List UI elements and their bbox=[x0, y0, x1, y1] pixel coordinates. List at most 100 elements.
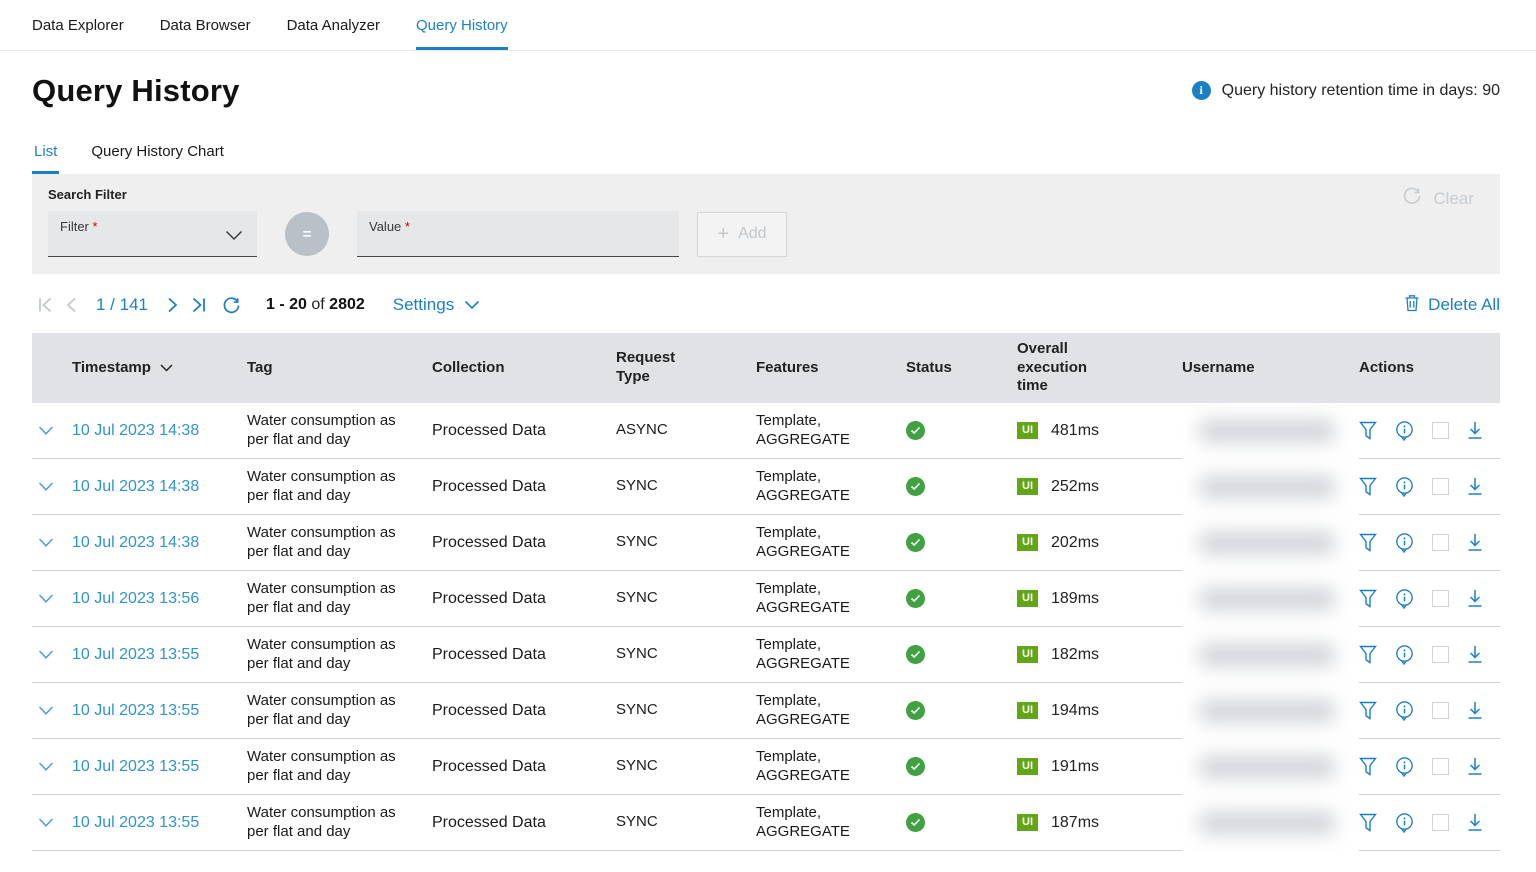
row-checkbox[interactable] bbox=[1432, 478, 1449, 495]
execution-time-cell: UI 194ms bbox=[1017, 701, 1182, 721]
required-marker: * bbox=[405, 219, 410, 234]
nav-item-data-explorer[interactable]: Data Explorer bbox=[32, 0, 124, 50]
timestamp-link[interactable]: 10 Jul 2023 14:38 bbox=[72, 477, 247, 497]
top-navigation: Data Explorer Data Browser Data Analyzer… bbox=[0, 0, 1536, 51]
next-page-button[interactable] bbox=[160, 292, 186, 318]
filter-icon[interactable] bbox=[1359, 533, 1377, 553]
status-cell bbox=[906, 421, 1017, 440]
filter-icon[interactable] bbox=[1359, 701, 1377, 721]
expand-row-button[interactable] bbox=[32, 426, 72, 436]
table-header-row: Timestamp Tag Collection Request Type Fe… bbox=[32, 333, 1500, 403]
expand-row-button[interactable] bbox=[32, 762, 72, 772]
expand-row-button[interactable] bbox=[32, 706, 72, 716]
execution-time-cell: UI 481ms bbox=[1017, 421, 1182, 441]
add-button-label: Add bbox=[738, 225, 766, 243]
filter-select[interactable]: Filter * bbox=[48, 211, 257, 257]
settings-button[interactable]: Settings bbox=[393, 295, 480, 315]
page-indicator: 1 / 141 bbox=[96, 295, 148, 315]
download-icon[interactable] bbox=[1466, 589, 1484, 608]
expand-row-button[interactable] bbox=[32, 594, 72, 604]
row-checkbox[interactable] bbox=[1432, 590, 1449, 607]
info-icon[interactable] bbox=[1394, 700, 1415, 722]
ui-source-badge: UI bbox=[1017, 758, 1038, 775]
column-header-request-type: Request Type bbox=[616, 349, 706, 387]
delete-all-button[interactable]: Delete All bbox=[1404, 294, 1500, 317]
success-check-icon bbox=[906, 757, 925, 776]
value-label: Value bbox=[369, 219, 401, 234]
add-button[interactable]: + Add bbox=[697, 212, 787, 257]
timestamp-link[interactable]: 10 Jul 2023 13:55 bbox=[72, 701, 247, 721]
collection-cell: Processed Data bbox=[432, 701, 616, 721]
tab-list[interactable]: List bbox=[32, 143, 59, 174]
info-icon[interactable] bbox=[1394, 588, 1415, 610]
nav-item-data-analyzer[interactable]: Data Analyzer bbox=[287, 0, 380, 50]
page-title: Query History bbox=[32, 73, 240, 109]
timestamp-link[interactable]: 10 Jul 2023 14:38 bbox=[72, 421, 247, 441]
download-icon[interactable] bbox=[1466, 421, 1484, 440]
last-page-button[interactable] bbox=[186, 292, 212, 318]
download-icon[interactable] bbox=[1466, 533, 1484, 552]
required-marker: * bbox=[93, 219, 98, 234]
clear-button[interactable]: Clear bbox=[1401, 185, 1474, 212]
download-icon[interactable] bbox=[1466, 645, 1484, 664]
search-filter-panel: Search Filter Filter * = Value * + Add C… bbox=[32, 174, 1500, 274]
status-cell bbox=[906, 757, 1017, 776]
request-type-cell: SYNC bbox=[616, 701, 756, 720]
filter-icon[interactable] bbox=[1359, 813, 1377, 833]
nav-item-query-history[interactable]: Query History bbox=[416, 0, 508, 50]
execution-time-cell: UI 182ms bbox=[1017, 645, 1182, 665]
value-input[interactable] bbox=[369, 233, 659, 252]
row-checkbox[interactable] bbox=[1432, 422, 1449, 439]
column-header-timestamp[interactable]: Timestamp bbox=[72, 359, 247, 378]
actions-cell bbox=[1359, 644, 1500, 666]
download-icon[interactable] bbox=[1466, 477, 1484, 496]
tab-query-history-chart[interactable]: Query History Chart bbox=[89, 143, 226, 174]
row-checkbox[interactable] bbox=[1432, 702, 1449, 719]
info-icon[interactable] bbox=[1394, 812, 1415, 834]
features-cell: Template, AGGREGATE bbox=[756, 412, 871, 450]
filter-icon[interactable] bbox=[1359, 757, 1377, 777]
filter-label: Filter bbox=[60, 219, 89, 234]
download-icon[interactable] bbox=[1466, 701, 1484, 720]
expand-row-button[interactable] bbox=[32, 538, 72, 548]
expand-row-button[interactable] bbox=[32, 482, 72, 492]
timestamp-link[interactable]: 10 Jul 2023 14:38 bbox=[72, 533, 247, 553]
filter-icon[interactable] bbox=[1359, 421, 1377, 441]
expand-row-button[interactable] bbox=[32, 818, 72, 828]
timestamp-link[interactable]: 10 Jul 2023 13:56 bbox=[72, 589, 247, 609]
timestamp-link[interactable]: 10 Jul 2023 13:55 bbox=[72, 813, 247, 833]
row-checkbox[interactable] bbox=[1432, 814, 1449, 831]
info-icon[interactable] bbox=[1394, 644, 1415, 666]
features-cell: Template, AGGREGATE bbox=[756, 636, 871, 674]
request-type-cell: ASYNC bbox=[616, 421, 756, 440]
download-icon[interactable] bbox=[1466, 813, 1484, 832]
execution-time-value: 194ms bbox=[1051, 701, 1099, 721]
info-icon[interactable] bbox=[1394, 420, 1415, 442]
trash-icon bbox=[1404, 294, 1420, 317]
previous-page-button[interactable] bbox=[58, 292, 84, 318]
nav-item-data-browser[interactable]: Data Browser bbox=[160, 0, 251, 50]
filter-icon[interactable] bbox=[1359, 477, 1377, 497]
row-checkbox[interactable] bbox=[1432, 758, 1449, 775]
info-icon[interactable] bbox=[1394, 476, 1415, 498]
info-icon[interactable] bbox=[1394, 532, 1415, 554]
row-checkbox[interactable] bbox=[1432, 534, 1449, 551]
delete-all-label: Delete All bbox=[1428, 295, 1500, 315]
timestamp-link[interactable]: 10 Jul 2023 13:55 bbox=[72, 645, 247, 665]
column-header-status: Status bbox=[906, 359, 1017, 378]
refresh-icon[interactable] bbox=[218, 292, 244, 318]
expand-row-button[interactable] bbox=[32, 650, 72, 660]
timestamp-link[interactable]: 10 Jul 2023 13:55 bbox=[72, 757, 247, 777]
filter-icon[interactable] bbox=[1359, 645, 1377, 665]
filter-icon[interactable] bbox=[1359, 589, 1377, 609]
status-cell bbox=[906, 477, 1017, 496]
first-page-button[interactable] bbox=[32, 292, 58, 318]
column-header-actions: Actions bbox=[1359, 359, 1500, 378]
download-icon[interactable] bbox=[1466, 757, 1484, 776]
collection-cell: Processed Data bbox=[432, 533, 616, 553]
info-icon[interactable] bbox=[1394, 756, 1415, 778]
table-toolbar: 1 / 141 1 - 20 of 2802 Settings Delete A… bbox=[32, 287, 1500, 323]
operator-equals-button[interactable]: = bbox=[285, 212, 329, 256]
row-checkbox[interactable] bbox=[1432, 646, 1449, 663]
search-filter-title: Search Filter bbox=[48, 187, 1484, 202]
